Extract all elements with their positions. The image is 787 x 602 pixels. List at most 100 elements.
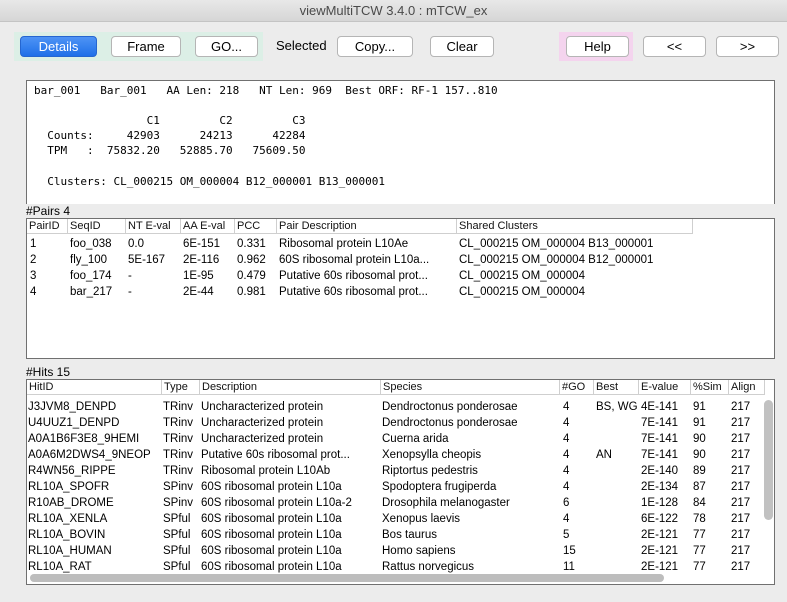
hits-cell: Uncharacterized protein — [201, 433, 324, 445]
hits-cell: 217 — [731, 513, 751, 525]
hits-cell: 2E-121 — [641, 561, 679, 573]
hits-table-row[interactable]: J3JVM8_DENPD TRinv Uncharacterized protein… — [27, 399, 772, 415]
hits-cell: 6E-122 — [641, 513, 679, 525]
window-title-bar: viewMultiTCW 3.4.0 : mTCW_ex — [0, 0, 787, 22]
hits-cell: RL10A_RAT — [28, 561, 92, 573]
hits-vertical-scrollbar[interactable] — [764, 400, 773, 520]
pairs-cell: 2E-44 — [183, 286, 214, 298]
hits-cell: 217 — [731, 497, 751, 509]
pairs-cell: foo_174 — [70, 270, 112, 282]
hits-cell: Putative 60s ribosomal prot... — [201, 449, 350, 461]
pairs-cell: 0.0 — [128, 238, 144, 250]
hits-cell: RL10A_SPOFR — [28, 481, 110, 493]
hits-col-header[interactable]: Align — [729, 380, 765, 395]
hits-cell — [596, 415, 641, 431]
go-button[interactable]: GO... — [195, 36, 258, 57]
hits-col-header[interactable]: Type — [162, 380, 200, 395]
hits-table-row[interactable]: A0A6M2DWS4_9NEOP TRinv Putative 60s riboso… — [27, 447, 772, 463]
pairs-cell: 3 — [30, 270, 37, 282]
pairs-table-row[interactable]: 4 bar_217 - 2E-44 0.981 Putative 60s ribosoma… — [27, 284, 772, 300]
pairs-col-header[interactable]: PairID — [27, 219, 68, 234]
hits-table-row[interactable]: RL10A_HUMAN SPful 60S ribosomal protein L1… — [27, 543, 772, 559]
hits-table-row[interactable]: U4UUZ1_DENPD TRinv Uncharacterized protein… — [27, 415, 772, 431]
pairs-cell: Putative 60s ribosomal prot... — [279, 286, 428, 298]
pairs-cell: CL_000215 OM_000004 — [459, 286, 585, 298]
hits-cell: SPinv — [163, 481, 194, 493]
hits-cell: Dendroctonus ponderosae — [382, 401, 518, 413]
pairs-cell: foo_038 — [70, 238, 112, 250]
hits-cell: 4 — [563, 513, 570, 525]
hits-col-header[interactable]: #GO — [560, 380, 594, 395]
hits-cell: 4E-141 — [641, 401, 679, 413]
hits-col-header[interactable]: Species — [381, 380, 560, 395]
sequence-summary-line: bar_001 Bar_001 AA Len: 218 NT Len: 969 … — [34, 84, 498, 97]
hits-col-header[interactable]: %Sim — [691, 380, 729, 395]
pairs-cell: CL_000215 OM_000004 — [459, 270, 585, 282]
pairs-cell: bar_217 — [70, 286, 113, 298]
hits-table-row[interactable]: R10AB_DROME SPinv 60S ribosomal protein L1… — [27, 495, 772, 511]
hits-cell: 217 — [731, 561, 751, 573]
hits-cell: Xenopus laevis — [382, 513, 460, 525]
hits-cell: 87 — [693, 481, 706, 493]
hits-col-header[interactable]: HitID — [27, 380, 162, 395]
pairs-table-row[interactable]: 3 foo_174 - 1E-95 0.479 Putative 60s ribosoma… — [27, 268, 772, 284]
hits-cell: 60S ribosomal protein L10a — [201, 529, 342, 541]
clear-button[interactable]: Clear — [430, 36, 494, 57]
hits-cell: Uncharacterized protein — [201, 417, 324, 429]
prev-button[interactable]: << — [643, 36, 706, 57]
hits-cell — [596, 543, 641, 559]
hits-table-row[interactable]: RL10A_BOVIN SPful 60S ribosomal protein L1… — [27, 527, 772, 543]
pairs-col-header[interactable]: Pair Description — [277, 219, 457, 234]
hits-cell: Bos taurus — [382, 529, 437, 541]
pairs-col-header[interactable]: NT E-val — [126, 219, 181, 234]
hits-cell: 60S ribosomal protein L10a — [201, 513, 342, 525]
hits-cell: Homo sapiens — [382, 545, 456, 557]
pairs-cell: Ribosomal protein L10Ae — [279, 238, 409, 250]
hits-cell: 15 — [563, 545, 576, 557]
pairs-col-header[interactable]: AA E-val — [181, 219, 235, 234]
frame-button[interactable]: Frame — [111, 36, 181, 57]
pairs-table-row[interactable]: 1 foo_038 0.0 6E-151 0.331 Ribosomal protein … — [27, 236, 772, 252]
hits-cell: U4UUZ1_DENPD — [28, 417, 120, 429]
hits-cell: RL10A_BOVIN — [28, 529, 106, 541]
next-button[interactable]: >> — [716, 36, 779, 57]
hits-cell — [596, 511, 641, 527]
hits-cell: SPful — [163, 545, 191, 557]
hits-table-row[interactable]: A0A1B6F3E8_9HEMI TRinv Uncharacterized pro… — [27, 431, 772, 447]
pairs-col-header[interactable]: PCC — [235, 219, 277, 234]
hits-cell: 2E-121 — [641, 545, 679, 557]
hits-col-header[interactable]: Description — [200, 380, 381, 395]
tpm-line: TPM : 75832.20 52885.70 75609.50 — [34, 144, 306, 157]
hits-col-header[interactable]: E-value — [639, 380, 691, 395]
pairs-cell: 0.479 — [237, 270, 266, 282]
hits-cell: RL10A_HUMAN — [28, 545, 112, 557]
hits-cell: 77 — [693, 561, 706, 573]
hits-table-row[interactable]: RL10A_RAT SPful 60S ribosomal protein L10a… — [27, 559, 772, 575]
hits-cell: 60S ribosomal protein L10a-2 — [201, 497, 352, 509]
pairs-cell: fly_100 — [70, 254, 108, 266]
pairs-table: PairID SeqID NT E-val AA E-val PCC Pair Descr… — [26, 218, 775, 359]
hits-cell — [596, 479, 641, 495]
pairs-col-header[interactable]: Shared Clusters — [457, 219, 693, 234]
clusters-line: Clusters: CL_000215 OM_000004 B12_000001… — [34, 175, 385, 188]
hits-cell: 60S ribosomal protein L10a — [201, 481, 342, 493]
hits-cell: A0A6M2DWS4_9NEOP — [28, 449, 151, 461]
hits-horizontal-scrollbar[interactable] — [30, 574, 664, 582]
hits-cell: 60S ribosomal protein L10a — [201, 545, 342, 557]
hits-cell: 4 — [563, 481, 570, 493]
pairs-col-header[interactable]: SeqID — [68, 219, 126, 234]
hits-cell: TRinv — [163, 465, 194, 477]
hits-table-row[interactable]: R4WN56_RIPPE TRinv Ribosomal protein L10Ab… — [27, 463, 772, 479]
hits-cell: 1E-128 — [641, 497, 679, 509]
pairs-cell: CL_000215 OM_000004 B13_000001 — [459, 238, 654, 250]
pairs-section-label: #Pairs 4 — [26, 204, 71, 218]
hits-table-row[interactable]: RL10A_XENLA SPful 60S ribosomal protein L1… — [27, 511, 772, 527]
hits-cell: 89 — [693, 465, 706, 477]
hits-table-row[interactable]: RL10A_SPOFR SPinv 60S ribosomal protein L1… — [27, 479, 772, 495]
pairs-table-row[interactable]: 2 fly_100 5E-167 2E-116 0.962 60S ribosomal p… — [27, 252, 772, 268]
help-button[interactable]: Help — [566, 36, 629, 57]
hits-cell: SPful — [163, 529, 191, 541]
copy-button[interactable]: Copy... — [337, 36, 413, 57]
hits-col-header[interactable]: Best — [594, 380, 639, 395]
details-button[interactable]: Details — [20, 36, 97, 57]
